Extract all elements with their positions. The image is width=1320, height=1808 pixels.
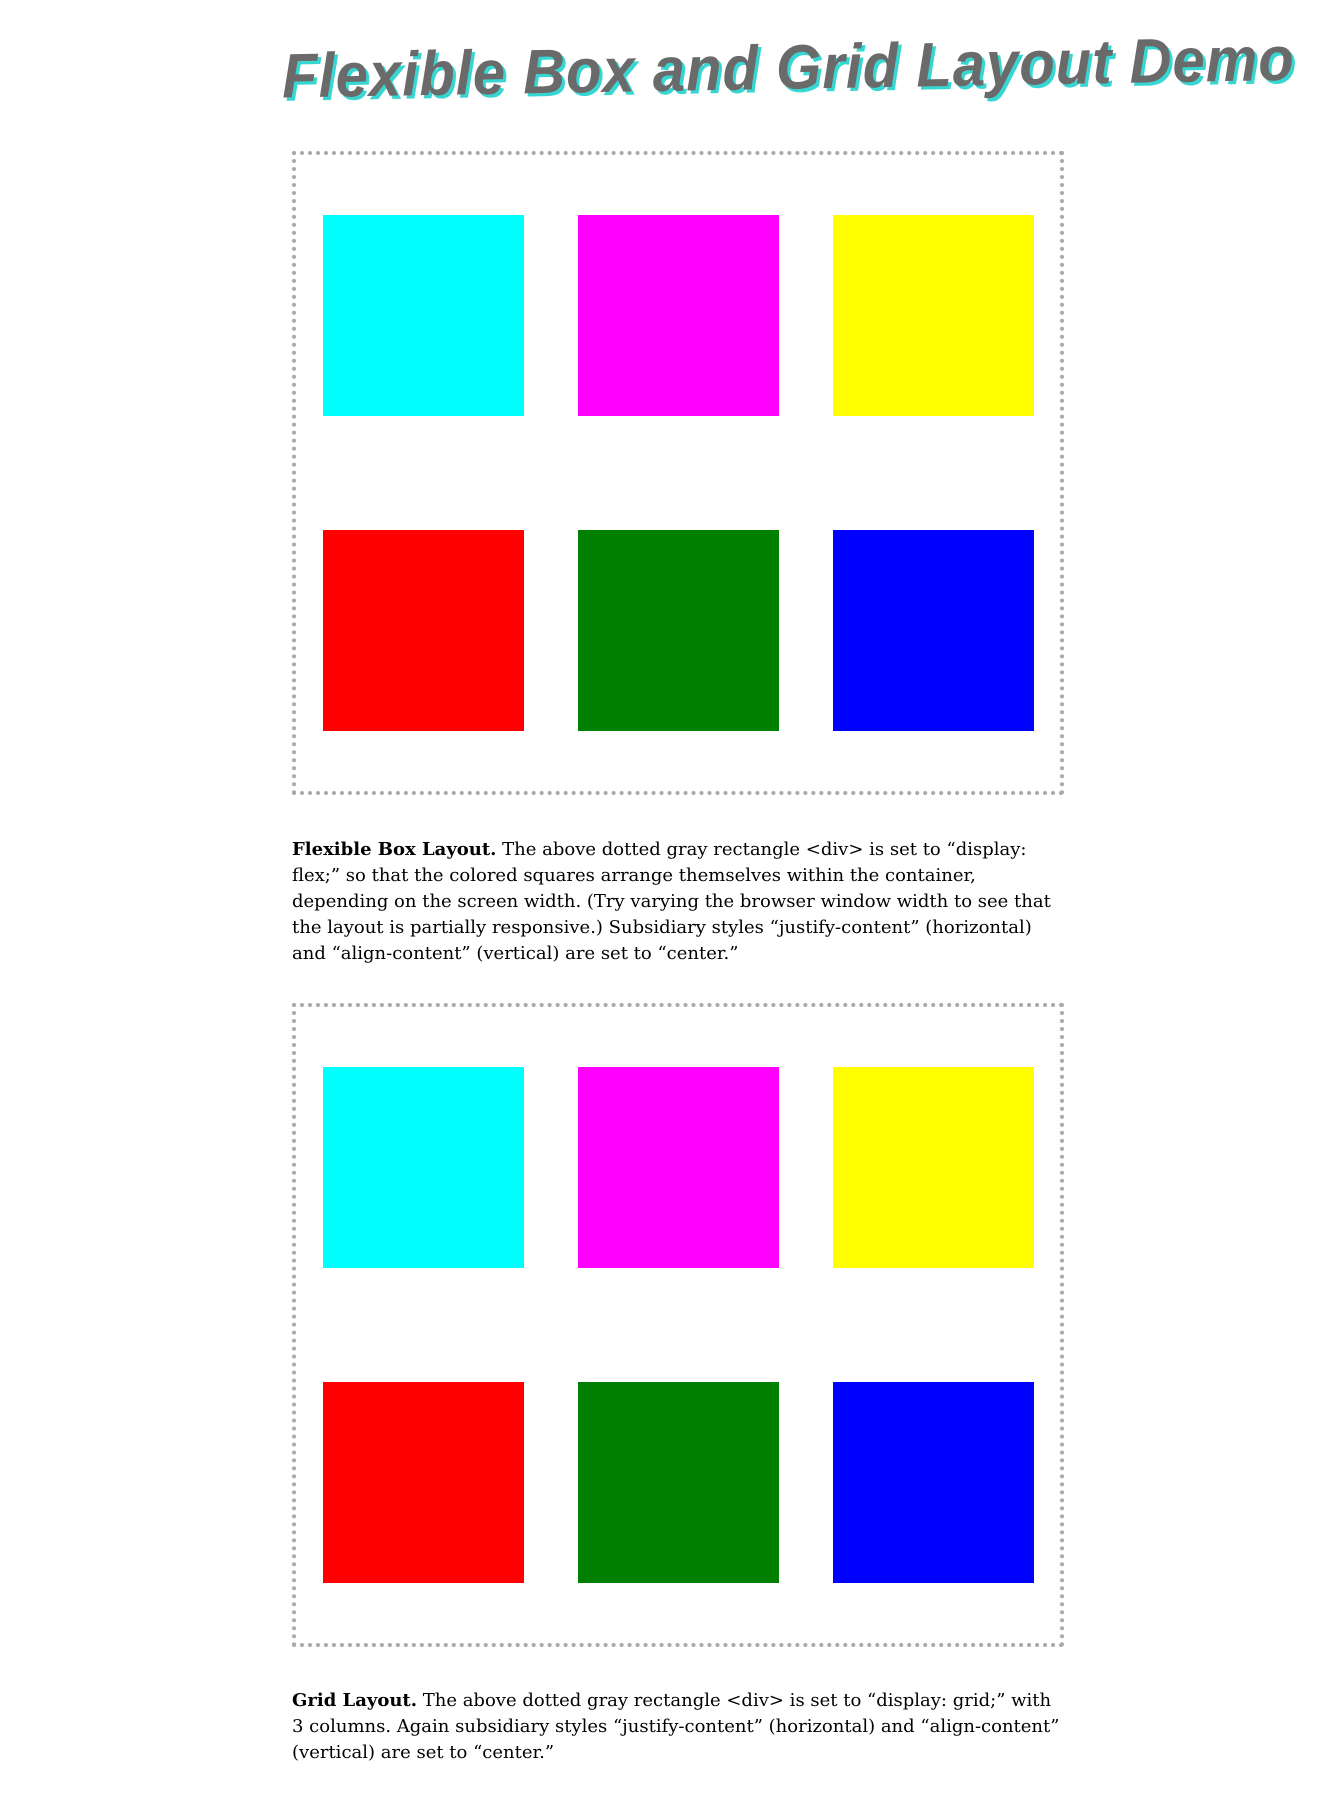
grid-square-red xyxy=(323,1382,524,1583)
flex-container xyxy=(292,151,1064,795)
grid-square-yellow xyxy=(833,1067,1034,1268)
grid-square-blue xyxy=(833,1382,1034,1583)
grid-description: Grid Layout. The above dotted gray recta… xyxy=(292,1688,1064,1766)
flex-square-blue xyxy=(833,530,1034,731)
flex-square-red xyxy=(323,530,524,731)
page-title: Flexible Box and Grid Layout Demo xyxy=(281,23,1296,112)
grid-square-magenta xyxy=(578,1067,779,1268)
flex-description: Flexible Box Layout. The above dotted gr… xyxy=(292,837,1064,967)
flex-square-cyan xyxy=(323,215,524,416)
grid-square-cyan xyxy=(323,1067,524,1268)
flex-description-label: Flexible Box Layout. xyxy=(292,839,497,860)
grid-container xyxy=(292,1003,1064,1647)
grid-description-label: Grid Layout. xyxy=(292,1690,417,1711)
flex-square-green xyxy=(578,530,779,731)
flex-square-magenta xyxy=(578,215,779,416)
grid-square-green xyxy=(578,1382,779,1583)
flex-square-yellow xyxy=(833,215,1034,416)
